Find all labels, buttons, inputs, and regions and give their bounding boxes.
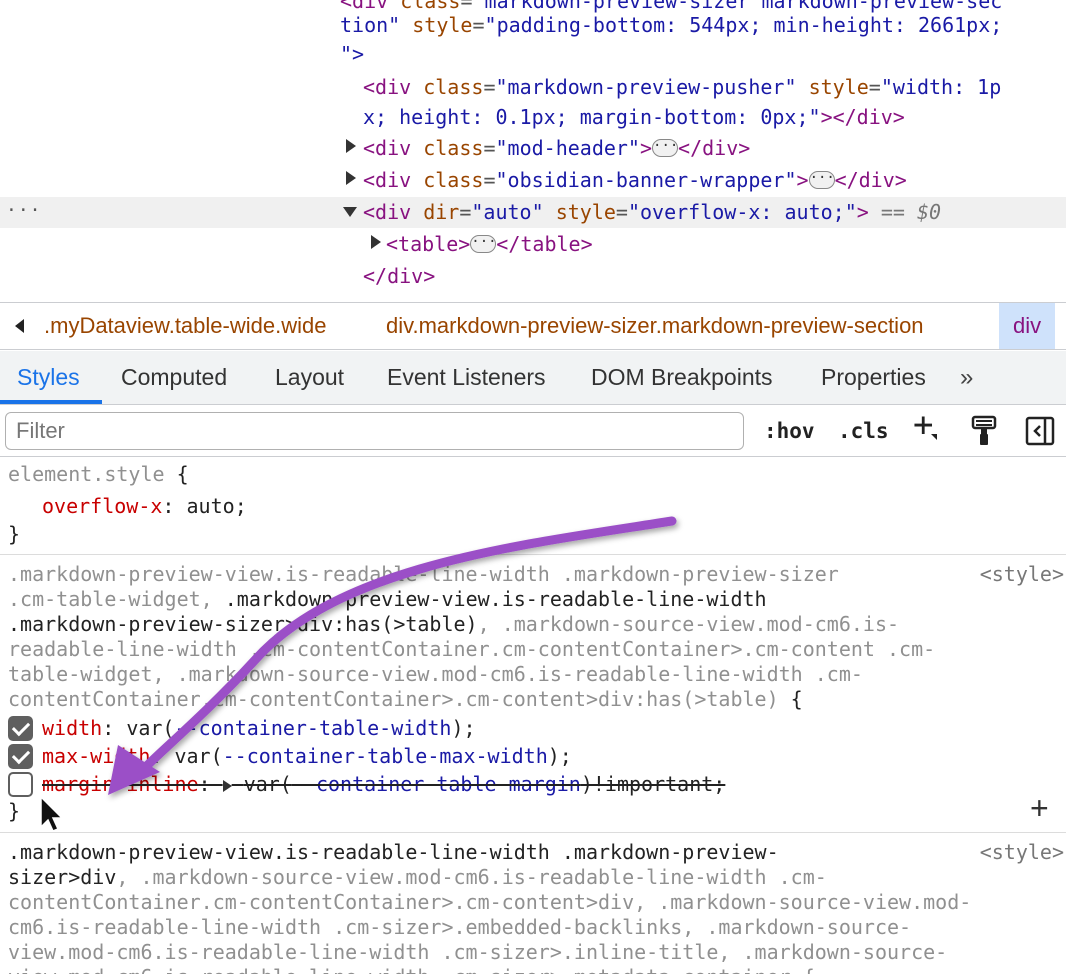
breadcrumb-scroll-left-button[interactable] [0,303,40,349]
new-style-rule-button[interactable]: + [913,408,939,442]
dom-tree-panel: ··· <div class="markdown-preview-sizer m… [0,0,1066,300]
breadcrumb-item-dataview[interactable]: .myDataview.table-wide.wide [44,303,326,349]
close-brace: } [8,799,21,823]
rule1-selector-line4: readable-line-width .cm-contentContainer… [8,637,936,661]
node-actions-ellipsis[interactable]: ··· [6,200,42,221]
declaration-checkbox-max-width[interactable] [8,744,33,769]
declaration-checkbox-margin-inline[interactable] [8,772,33,797]
class-toggle-button[interactable]: .cls [838,415,889,447]
dom-node-mod-header[interactable]: <div class="mod-header">···</div> [363,135,750,165]
tab-layout[interactable]: Layout [275,351,344,404]
rule1-selector-line5: table-widget, .markdown-source-view.mod-… [8,662,863,686]
dom-node-selected-div[interactable]: <div dir="auto" style="overflow-x: auto;… [363,199,941,229]
tab-event-listeners[interactable]: Event Listeners [387,351,546,404]
breadcrumb-item-div[interactable]: div [999,303,1056,349]
tab-dom-breakpoints[interactable]: DOM Breakpoints [591,351,773,404]
collapsed-children-icon[interactable]: ··· [808,170,835,189]
dom-node-pusher-cont: x; height: 0.1px; margin-bottom: 0px;"><… [363,105,905,129]
breadcrumb: .myDataview.table-wide.wide div.markdown… [0,302,1066,350]
rule1-selector-line2: .cm-table-widget, .markdown-preview-view… [8,587,767,611]
element-style-declaration[interactable]: overflow-x: auto; [42,494,247,519]
dom-node-close-div: </div> [363,264,436,288]
rule2-selector-line4: cm6.is-readable-line-width .cm-sizer>.em… [8,915,912,939]
rule1-selector-line1: .markdown-preview-view.is-readable-line-… [8,562,839,586]
dom-node-banner-wrapper[interactable]: <div class="obsidian-banner-wrapper">···… [363,167,907,197]
rule2-selector-line2: sizer>div, .markdown-source-view.mod-cm6… [8,865,827,889]
styles-toolbar: :hov .cls + [0,405,1066,457]
declaration-max-width[interactable]: max-width: var(--container-table-max-wid… [42,744,572,769]
breadcrumb-item-sizer[interactable]: div.markdown-preview-sizer.markdown-prev… [386,303,924,349]
dom-node-table[interactable]: <table>···</table> [386,231,593,261]
rule1-selector-line3: .markdown-preview-sizer>div:has(>table),… [8,612,900,636]
declaration-checkbox-width[interactable] [8,716,33,741]
declaration-margin-inline[interactable]: margin-inline: var(--container-table-mar… [42,772,725,797]
tab-properties[interactable]: Properties [821,351,926,404]
rule-source-link[interactable]: <style> [980,840,1064,865]
collapsed-children-icon[interactable]: ··· [470,234,497,253]
expand-triangle-icon[interactable] [346,171,356,185]
paint-brush-icon[interactable] [970,415,998,447]
dom-line-sizer-cont[interactable]: tion" style="padding-bottom: 544px; min-… [340,12,1002,42]
tab-computed[interactable]: Computed [121,351,227,404]
rule1-selector-line6: contentContainer.cm-contentContainer>.cm… [8,687,803,711]
rule2-selector-line1: .markdown-preview-view.is-readable-line-… [8,840,779,864]
add-declaration-button[interactable]: + [1030,790,1049,827]
dom-node-pusher[interactable]: <div class="markdown-preview-pusher" sty… [363,74,1001,104]
element-style-selector[interactable]: element.style { [8,462,189,487]
close-brace: } [8,522,21,546]
sidebar-tabs: Styles Computed Layout Event Listeners D… [0,351,1066,405]
rule2-selector-line6: view.mod-cm6.is-readable-line-width .cm-… [8,965,815,974]
styles-pane: element.style { overflow-x: auto; } <sty… [0,458,1066,974]
active-tab-indicator [0,400,102,404]
rule-divider [0,832,1066,833]
hover-state-button[interactable]: :hov [764,415,815,447]
expand-triangle-icon[interactable] [371,235,381,249]
tab-styles[interactable]: Styles [17,351,80,404]
rule-divider [0,554,1066,555]
plus-icon: + [913,405,934,445]
filter-input[interactable] [5,412,744,450]
rule-source-link[interactable]: <style> [980,562,1064,587]
declaration-width[interactable]: width: var(--container-table-width); [42,716,476,741]
collapse-triangle-icon[interactable] [343,207,357,217]
expand-triangle-icon[interactable] [346,139,356,153]
rule2-selector-line3: contentContainer.cm-contentContainer>.cm… [8,890,972,914]
toggle-computed-sidebar-icon[interactable] [1025,416,1055,446]
collapsed-children-icon[interactable]: ··· [652,138,678,157]
chevron-left-icon [15,319,24,333]
dom-line-sizer-end: "> [340,42,365,66]
more-tabs-icon[interactable]: » [960,351,973,404]
expand-value-triangle-icon [222,779,232,792]
rule2-selector-line5: view.mod-cm6.is-readable-line-width .cm-… [8,940,948,964]
